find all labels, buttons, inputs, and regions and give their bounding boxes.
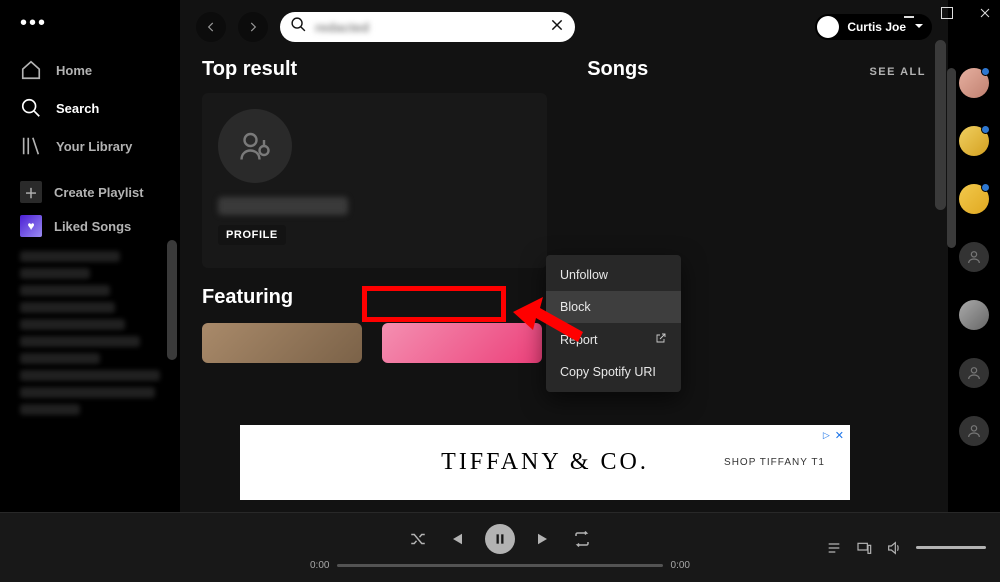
volume-slider[interactable] xyxy=(916,546,986,549)
online-dot-icon xyxy=(981,67,990,76)
search-value: redacted xyxy=(315,20,541,35)
adchoices-icon[interactable]: ▷✕ xyxy=(823,429,844,442)
avatar xyxy=(817,16,839,38)
friend-avatar[interactable] xyxy=(959,242,989,272)
window-controls xyxy=(902,6,992,20)
sidebar-item-library[interactable]: Your Library xyxy=(0,127,180,165)
sidebar-item-label: Your Library xyxy=(56,139,132,154)
search-icon xyxy=(20,97,42,119)
external-link-icon xyxy=(655,332,667,347)
window-minimize-button[interactable] xyxy=(902,6,916,20)
sidebar-item-search[interactable]: Search xyxy=(0,89,180,127)
liked-songs-label: Liked Songs xyxy=(54,219,131,234)
app-menu-button[interactable]: ••• xyxy=(0,12,180,35)
list-item[interactable] xyxy=(20,387,155,398)
search-field[interactable]: redacted xyxy=(280,12,575,42)
list-item[interactable] xyxy=(20,353,100,364)
main-scrollbar[interactable] xyxy=(935,40,946,210)
next-button[interactable] xyxy=(535,530,553,548)
ad-cta[interactable]: SHOP TIFFANY T1 xyxy=(724,457,825,468)
list-item[interactable] xyxy=(20,251,120,262)
time-elapsed: 0:00 xyxy=(310,560,329,571)
create-playlist-label: Create Playlist xyxy=(54,185,144,200)
context-menu-block[interactable]: Block xyxy=(546,291,681,323)
sidebar-liked-songs[interactable]: ♥ Liked Songs xyxy=(0,209,180,243)
list-item[interactable] xyxy=(20,336,140,347)
previous-button[interactable] xyxy=(447,530,465,548)
friend-avatar[interactable] xyxy=(959,68,989,98)
shuffle-button[interactable] xyxy=(409,530,427,548)
nav-back-button[interactable] xyxy=(196,12,226,42)
play-pause-button[interactable] xyxy=(485,524,515,554)
context-menu-report[interactable]: Report xyxy=(546,323,681,356)
search-icon xyxy=(290,16,307,38)
volume-button[interactable] xyxy=(886,540,902,556)
online-dot-icon xyxy=(981,125,990,134)
context-menu-copy-uri[interactable]: Copy Spotify URI xyxy=(546,356,681,388)
rail-scrollbar[interactable] xyxy=(947,68,956,248)
repeat-button[interactable] xyxy=(573,530,591,548)
library-icon xyxy=(20,135,42,157)
profile-avatar xyxy=(218,109,292,183)
nav-forward-button[interactable] xyxy=(238,12,268,42)
ad-banner[interactable]: ▷✕ TIFFANY & CO. SHOP TIFFANY T1 xyxy=(240,425,850,500)
friend-avatar[interactable] xyxy=(959,126,989,156)
online-dot-icon xyxy=(981,183,990,192)
list-item[interactable] xyxy=(20,285,110,296)
list-item[interactable] xyxy=(20,370,160,381)
sidebar-item-home[interactable]: Home xyxy=(0,51,180,89)
time-total: 0:00 xyxy=(671,560,690,571)
devices-button[interactable] xyxy=(856,540,872,556)
top-result-card[interactable]: PROFILE xyxy=(202,93,547,268)
friend-activity-rail xyxy=(948,28,1000,512)
window-maximize-button[interactable] xyxy=(940,6,954,20)
heart-icon: ♥ xyxy=(20,215,42,237)
sidebar-item-label: Search xyxy=(56,101,99,116)
friend-avatar[interactable] xyxy=(959,184,989,214)
profile-name-redacted xyxy=(218,197,348,215)
user-name: Curtis Joe xyxy=(847,20,906,34)
plus-icon: ＋ xyxy=(20,181,42,203)
friend-avatar[interactable] xyxy=(959,416,989,446)
topbar: redacted Curtis Joe xyxy=(180,0,948,54)
featuring-card[interactable] xyxy=(382,323,542,363)
list-item[interactable] xyxy=(20,319,125,330)
profile-badge: PROFILE xyxy=(218,225,286,245)
list-item[interactable] xyxy=(20,302,115,313)
heading-top-result: Top result xyxy=(202,58,297,81)
clear-search-button[interactable] xyxy=(549,17,565,38)
list-item[interactable] xyxy=(20,268,90,279)
sidebar-item-label: Home xyxy=(56,63,92,78)
window-close-button[interactable] xyxy=(978,6,992,20)
home-icon xyxy=(20,59,42,81)
playlist-list xyxy=(0,251,180,415)
heading-songs: Songs xyxy=(587,58,648,81)
player-bar: 0:00 0:00 xyxy=(0,512,1000,582)
sidebar-create-playlist[interactable]: ＋ Create Playlist xyxy=(0,175,180,209)
friend-avatar[interactable] xyxy=(959,358,989,388)
context-menu: Unfollow Block Report Copy Spotify URI xyxy=(546,255,681,392)
context-menu-unfollow[interactable]: Unfollow xyxy=(546,259,681,291)
list-item[interactable] xyxy=(20,404,80,415)
sidebar-scrollbar[interactable] xyxy=(167,240,177,360)
progress-bar[interactable] xyxy=(337,564,662,567)
friend-avatar[interactable] xyxy=(959,300,989,330)
caret-down-icon xyxy=(914,18,924,36)
see-all-link[interactable]: SEE ALL xyxy=(869,66,926,78)
ad-title: TIFFANY & CO. xyxy=(441,449,649,476)
queue-button[interactable] xyxy=(826,540,842,556)
sidebar: ••• Home Search Your Library ＋ Create Pl… xyxy=(0,0,180,512)
featuring-card[interactable] xyxy=(202,323,362,363)
